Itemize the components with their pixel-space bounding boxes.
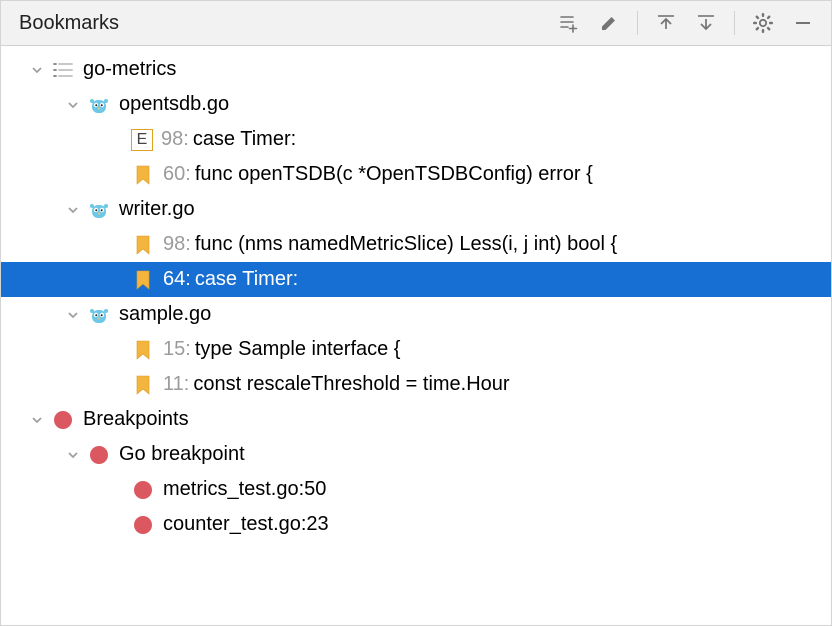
chevron-down-icon[interactable] [63, 95, 83, 115]
bookmark-item[interactable]: E 98: case Timer: [1, 122, 831, 157]
line-number: 98: [163, 233, 191, 256]
line-number: 15: [163, 338, 191, 361]
tree-file-node[interactable]: writer.go [1, 192, 831, 227]
bookmark-text: const rescaleThreshold = time.Hour [193, 373, 509, 396]
tree-breakpoints-root[interactable]: Breakpoints [1, 402, 831, 437]
chevron-down-icon[interactable] [27, 410, 47, 430]
move-up-icon [655, 12, 677, 34]
pencil-icon [599, 13, 619, 33]
chevron-down-icon[interactable] [27, 60, 47, 80]
breakpoint-text: metrics_test.go:50 [163, 478, 326, 501]
breakpoint-item[interactable]: counter_test.go:23 [1, 507, 831, 542]
bookmark-item[interactable]: 60: func openTSDB(c *OpenTSDBConfig) err… [1, 157, 831, 192]
line-number: 98: [161, 128, 189, 151]
breakpoint-text: counter_test.go:23 [163, 513, 329, 536]
bookmark-text: func (nms namedMetricSlice) Less(i, j in… [195, 233, 617, 256]
bookmark-icon [131, 268, 155, 292]
bookmark-text: func openTSDB(c *OpenTSDBConfig) error { [195, 163, 593, 186]
settings-button[interactable] [747, 7, 779, 39]
breakpoint-icon [131, 513, 155, 537]
toolbar-separator [734, 11, 735, 35]
file-name: writer.go [119, 198, 195, 221]
bookmark-item[interactable]: 11: const rescaleThreshold = time.Hour [1, 367, 831, 402]
toolbar-separator [637, 11, 638, 35]
breakpoint-group-label: Go breakpoint [119, 443, 245, 466]
bookmark-icon [131, 163, 155, 187]
bookmark-text: case Timer: [195, 268, 298, 291]
line-number: 11: [163, 373, 189, 396]
tree-breakpoint-group[interactable]: Go breakpoint [1, 437, 831, 472]
bookmarks-tree[interactable]: go-metrics opentsdb.go E 98: [1, 46, 831, 625]
chevron-down-icon[interactable] [63, 305, 83, 325]
move-down-button[interactable] [690, 7, 722, 39]
tree-file-node[interactable]: sample.go [1, 297, 831, 332]
edit-button[interactable] [593, 7, 625, 39]
move-up-button[interactable] [650, 7, 682, 39]
add-list-icon [558, 12, 580, 34]
file-name: opentsdb.go [119, 93, 229, 116]
bookmark-text: type Sample interface { [195, 338, 401, 361]
file-name: sample.go [119, 303, 211, 326]
gear-icon [752, 12, 774, 34]
go-file-icon [87, 303, 111, 327]
add-list-button[interactable] [553, 7, 585, 39]
hide-button[interactable] [787, 7, 819, 39]
list-icon [51, 58, 75, 82]
chevron-down-icon[interactable] [63, 200, 83, 220]
mnemonic-icon: E [131, 129, 153, 151]
minimize-icon [793, 13, 813, 33]
go-file-icon [87, 198, 111, 222]
bookmark-icon [131, 233, 155, 257]
bookmark-icon [131, 373, 155, 397]
bookmark-text: case Timer: [193, 128, 296, 151]
bookmarks-tool-window: Bookmarks [0, 0, 832, 626]
panel-title: Bookmarks [19, 12, 119, 35]
go-file-icon [87, 93, 111, 117]
bookmark-item-selected[interactable]: 64: case Timer: [1, 262, 831, 297]
panel-header: Bookmarks [1, 1, 831, 46]
chevron-down-icon[interactable] [63, 445, 83, 465]
move-down-icon [695, 12, 717, 34]
breakpoints-label: Breakpoints [83, 408, 189, 431]
breakpoint-item[interactable]: metrics_test.go:50 [1, 472, 831, 507]
tree-group-root[interactable]: go-metrics [1, 52, 831, 87]
tree-file-node[interactable]: opentsdb.go [1, 87, 831, 122]
bookmark-item[interactable]: 98: func (nms namedMetricSlice) Less(i, … [1, 227, 831, 262]
breakpoint-icon [131, 478, 155, 502]
line-number: 60: [163, 163, 191, 186]
breakpoint-icon [51, 408, 75, 432]
bookmark-item[interactable]: 15: type Sample interface { [1, 332, 831, 367]
group-label: go-metrics [83, 58, 176, 81]
bookmark-icon [131, 338, 155, 362]
breakpoint-icon [87, 443, 111, 467]
line-number: 64: [163, 268, 191, 291]
